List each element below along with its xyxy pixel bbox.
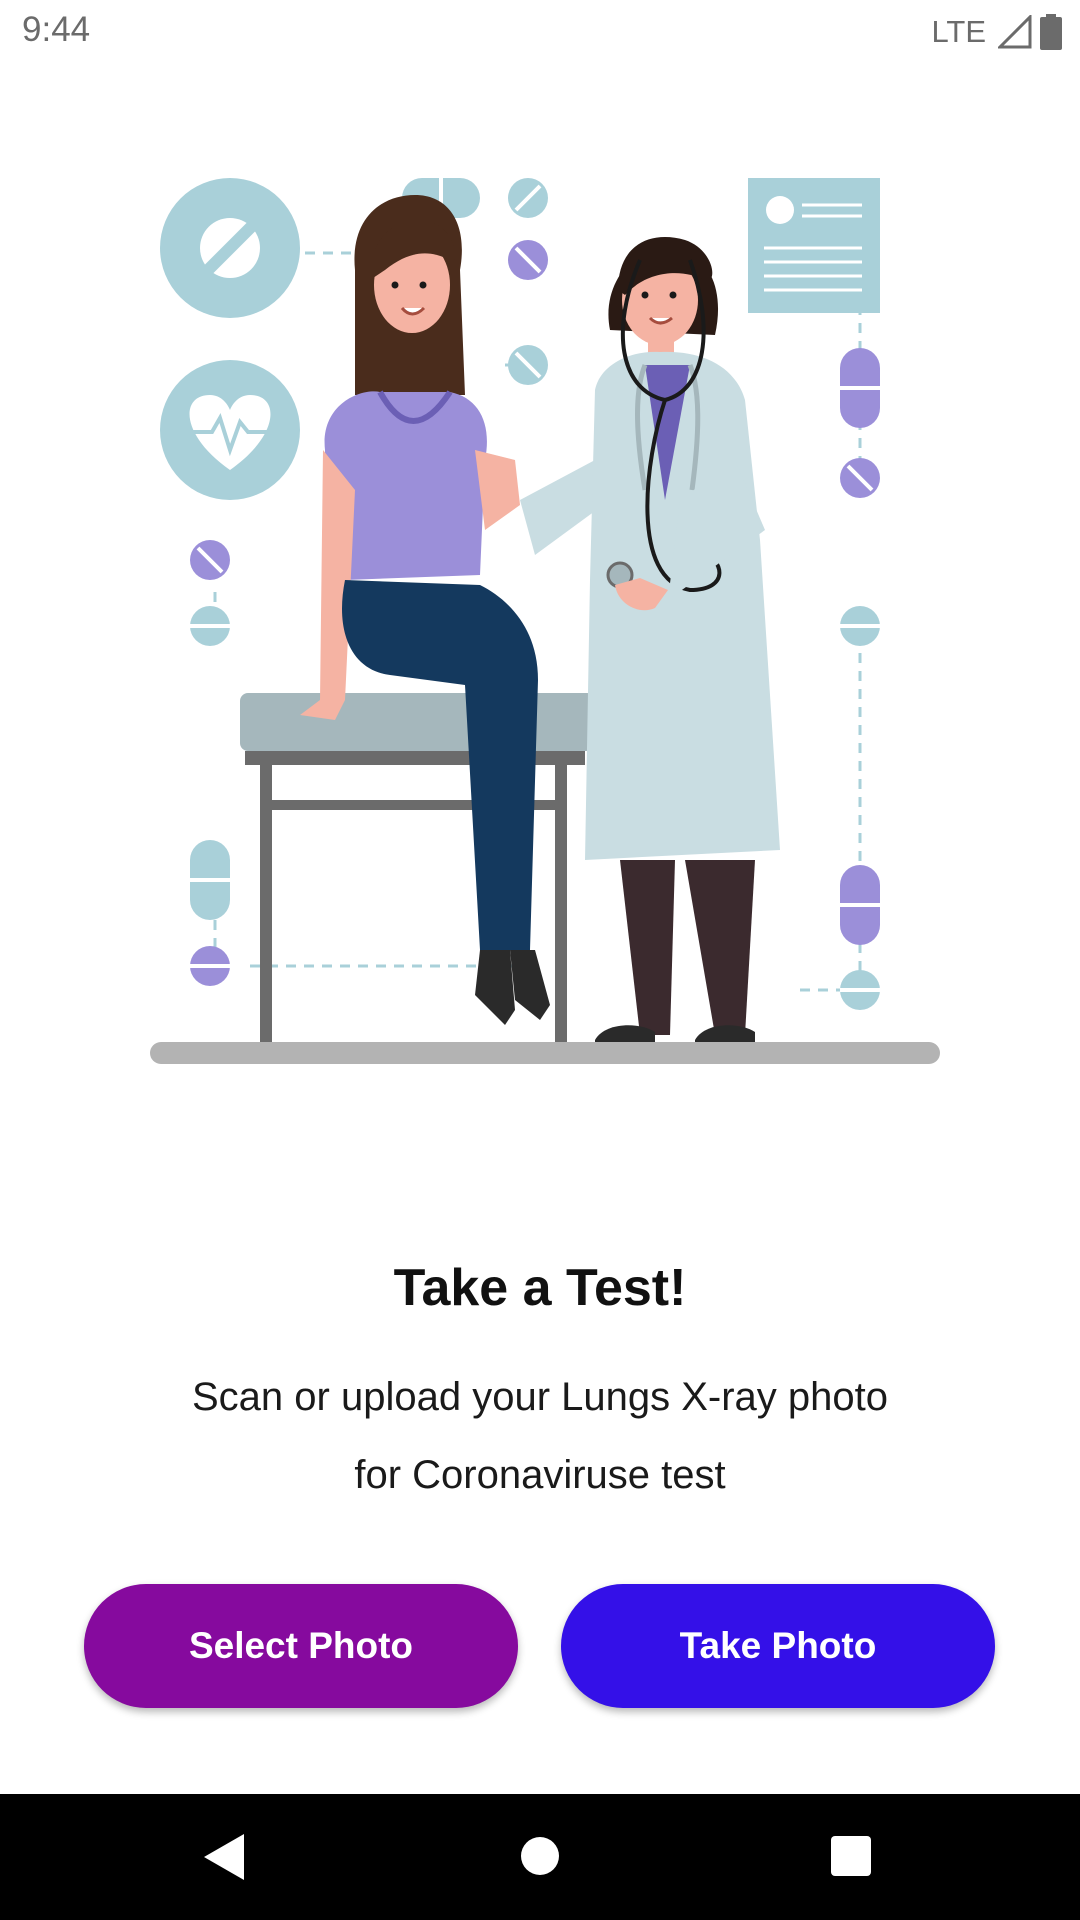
screen: 9:44 LTE Take a Test! Scan or upload you… xyxy=(0,0,1080,1920)
network-type-label: LTE xyxy=(931,14,986,49)
back-icon[interactable] xyxy=(204,1834,244,1880)
patient-figure xyxy=(300,195,550,1025)
navigation-bar xyxy=(0,1794,1080,1920)
recents-icon[interactable] xyxy=(831,1836,871,1876)
no-pill-circle-icon xyxy=(160,178,300,318)
page-subtitle: Scan or upload your Lungs X-ray photo fo… xyxy=(192,1375,888,1497)
status-time: 9:44 xyxy=(22,10,91,49)
status-icons: LTE xyxy=(931,12,1062,52)
heart-rate-circle-icon xyxy=(160,360,300,500)
signal-icon xyxy=(998,15,1032,49)
home-icon[interactable] xyxy=(521,1837,559,1875)
doctor-patient-illustration xyxy=(150,178,940,1064)
page-title: Take a Test! xyxy=(393,1259,687,1317)
medical-record-icon xyxy=(748,178,880,313)
battery-icon xyxy=(1040,14,1062,50)
floor xyxy=(150,1042,940,1064)
select-photo-button[interactable]: Select Photo xyxy=(84,1584,518,1708)
status-bar: 9:44 LTE xyxy=(0,0,1080,64)
take-photo-button[interactable]: Take Photo xyxy=(561,1584,995,1708)
